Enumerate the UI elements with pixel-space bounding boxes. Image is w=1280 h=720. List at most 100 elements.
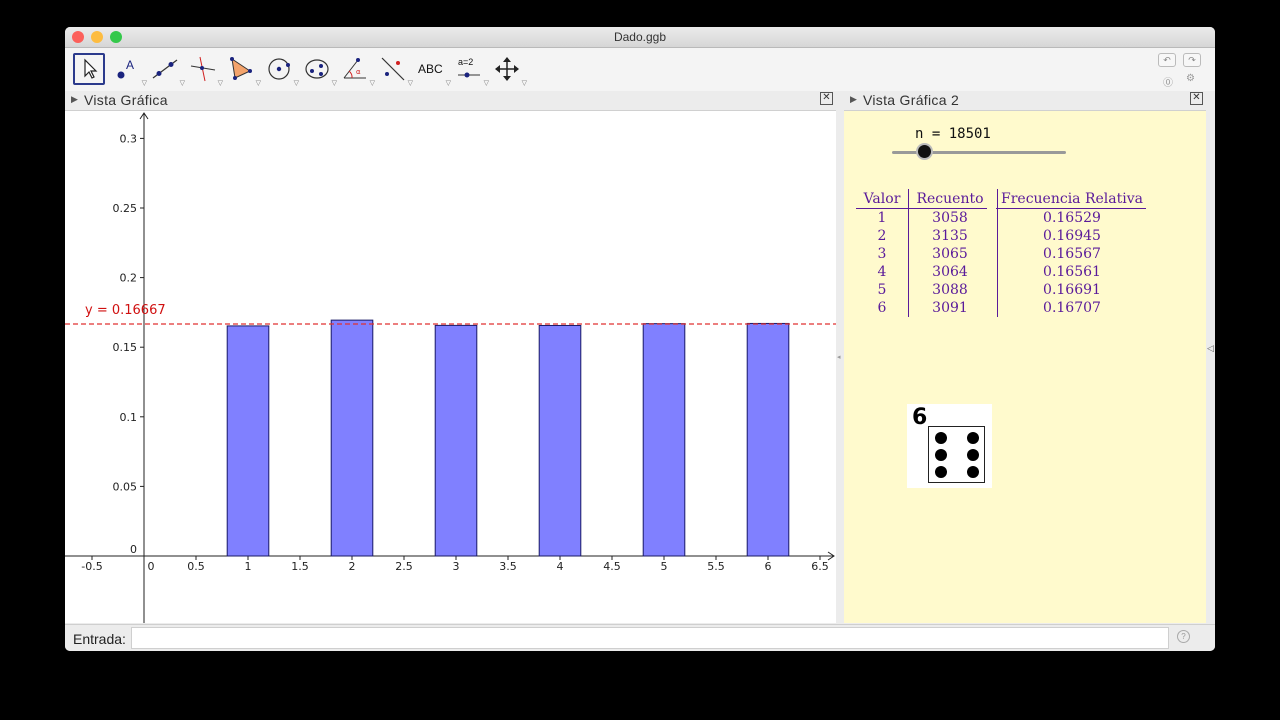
conic-tool-button[interactable]: ▽ — [301, 53, 337, 87]
graphics-view-2[interactable]: n = 18501 Valor 1 2 3 4 5 6 Recuento 3058 3135 30… — [844, 111, 1206, 623]
x-tick-label: 5.5 — [707, 560, 725, 573]
slider-tool-button[interactable]: a=2 ▽ — [453, 53, 489, 87]
settings-gear-icon[interactable]: ⚙ — [1186, 73, 1195, 84]
reflect-tool-button[interactable]: ▽ — [377, 53, 413, 87]
x-tick-label: 4.5 — [603, 560, 621, 573]
table-cell: 3091 — [932, 300, 968, 316]
svg-text:α: α — [356, 68, 361, 76]
x-tick-label: 3 — [453, 560, 460, 573]
graphics-view-1[interactable]: -0.5 0 0.5 1 1.5 2 2.5 3 3.5 4 4.5 5 5.5 6 6.5 0 0.05 0.1… — [65, 111, 836, 623]
svg-text:A: A — [126, 58, 134, 72]
table-column-valor: Valor 1 2 3 4 5 6 — [856, 189, 908, 317]
circle-tool-button[interactable]: ▽ — [263, 53, 299, 87]
x-tick-label: 6.5 — [811, 560, 829, 573]
circle-tool-icon — [268, 58, 290, 80]
die-pip — [935, 432, 947, 444]
x-tick-label: 2.5 — [395, 560, 413, 573]
table-column-frecuencia: Frecuencia Relativa 0.16529 0.16945 0.16567… — [998, 189, 1146, 317]
line-tool-button[interactable]: ▽ — [149, 53, 185, 87]
window-title: Dado.ggb — [613, 30, 667, 44]
table-cell: 0.16567 — [1043, 246, 1101, 262]
point-tool-button[interactable]: A ▽ — [111, 53, 147, 87]
table-cell: 0.16691 — [1043, 282, 1101, 298]
table-cell: 3064 — [932, 264, 968, 280]
title-bar: Dado.ggb — [65, 27, 1215, 48]
line-tool-icon — [152, 59, 178, 79]
die-face — [928, 426, 985, 483]
slider-tool-icon — [458, 72, 480, 78]
x-tick-label: 2 — [349, 560, 356, 573]
table-cell: 1 — [877, 210, 887, 226]
n-slider-knob[interactable] — [918, 145, 931, 158]
table-header: Valor — [863, 191, 901, 207]
bar-chart[interactable]: -0.5 0 0.5 1 1.5 2 2.5 3 3.5 4 4.5 5 5.5 6 6.5 0 0.05 0.1… — [65, 111, 836, 623]
table-cell: 5 — [877, 282, 887, 298]
x-tick-label: -0.5 — [81, 560, 102, 573]
die-pip — [935, 449, 947, 461]
close-view-button[interactable]: ✕ — [820, 92, 833, 105]
expected-value-label: y = 0.16667 — [85, 303, 166, 318]
perpendicular-tool-icon — [190, 56, 216, 82]
x-tick-label: 0.5 — [187, 560, 205, 573]
graphics-view-title: Vista Gráfica — [84, 92, 168, 108]
x-tick-label: 3.5 — [499, 560, 517, 573]
table-cell: 3088 — [932, 282, 968, 298]
text-tool-icon: ABC — [418, 62, 443, 76]
table-cell: 3058 — [932, 210, 968, 226]
table-cell: 3065 — [932, 246, 968, 262]
polygon-tool-icon — [230, 57, 252, 80]
table-cell: 0.16529 — [1043, 210, 1101, 226]
bar-1 — [226, 325, 270, 557]
collapse-triangle-icon[interactable]: ▶ — [71, 94, 78, 105]
y-tick-label: 0.05 — [113, 480, 138, 493]
perpendicular-tool-button[interactable]: ▽ — [187, 53, 223, 87]
bar-2 — [330, 319, 374, 557]
table-header: Recuento — [916, 191, 984, 207]
y-tick-label: 0.1 — [120, 411, 138, 424]
die-pip — [935, 466, 947, 478]
help-icon[interactable]: ⓪ — [1163, 74, 1173, 89]
x-tick-label: 0 — [148, 560, 155, 573]
close-view-2-button[interactable]: ✕ — [1190, 92, 1203, 105]
undo-button[interactable]: ↶ — [1158, 53, 1176, 67]
die-pip — [967, 449, 979, 461]
x-tick-label: 1.5 — [291, 560, 309, 573]
table-cell: 0.16561 — [1043, 264, 1101, 280]
conic-tool-icon — [305, 59, 329, 79]
table-column-recuento: Recuento 3058 3135 3065 3064 3088 3091 — [910, 189, 990, 317]
table-cell: 2 — [877, 228, 887, 244]
die-pip — [967, 432, 979, 444]
view-divider[interactable]: ◂ — [836, 91, 844, 623]
die-value: 6 — [912, 405, 928, 430]
die-pip — [967, 466, 979, 478]
angle-tool-button[interactable]: α ▽ — [339, 53, 375, 87]
input-field[interactable] — [131, 627, 1169, 649]
move-view-tool-icon — [495, 57, 519, 81]
x-tick-label: 1 — [245, 560, 252, 573]
move-tool-icon — [84, 58, 98, 79]
angle-tool-icon: α — [343, 58, 366, 79]
input-help-icon[interactable]: ? — [1177, 630, 1190, 643]
table-cell: 3135 — [932, 228, 968, 244]
right-panel-edge[interactable]: ◁ — [1206, 91, 1215, 623]
x-tick-label: 5 — [661, 560, 668, 573]
x-tick-label: 4 — [557, 560, 564, 573]
table-cell: 0.16707 — [1043, 300, 1101, 316]
polygon-tool-button[interactable]: ▽ — [225, 53, 261, 87]
redo-button[interactable]: ↷ — [1183, 53, 1201, 67]
app-window: Dado.ggb A ▽ ▽ ▽ ▽ ▽ ▽ α ▽ ▽ ABC ▽ a=2 ▽… — [65, 27, 1215, 651]
x-tick-label: 6 — [765, 560, 772, 573]
move-view-tool-button[interactable]: ▽ — [491, 53, 527, 87]
reflect-tool-icon — [381, 57, 405, 81]
text-tool-button[interactable]: ABC ▽ — [415, 53, 451, 87]
bar-4 — [538, 324, 582, 557]
table-cell: 4 — [877, 264, 887, 280]
y-tick-label: 0 — [130, 543, 137, 556]
toolbar: A ▽ ▽ ▽ ▽ ▽ ▽ α ▽ ▽ ABC ▽ a=2 ▽ ▽ ↶ ↷ ⓪ … — [65, 48, 1215, 92]
y-tick-label: 0.25 — [113, 202, 138, 215]
graphics-view-header: ▶ Vista Gráfica ✕ — [65, 91, 836, 111]
input-bar: Entrada: ? — [65, 624, 1215, 651]
collapse-triangle-icon[interactable]: ▶ — [850, 94, 857, 105]
move-tool-button[interactable] — [73, 53, 105, 85]
table-header: Frecuencia Relativa — [1001, 191, 1143, 207]
